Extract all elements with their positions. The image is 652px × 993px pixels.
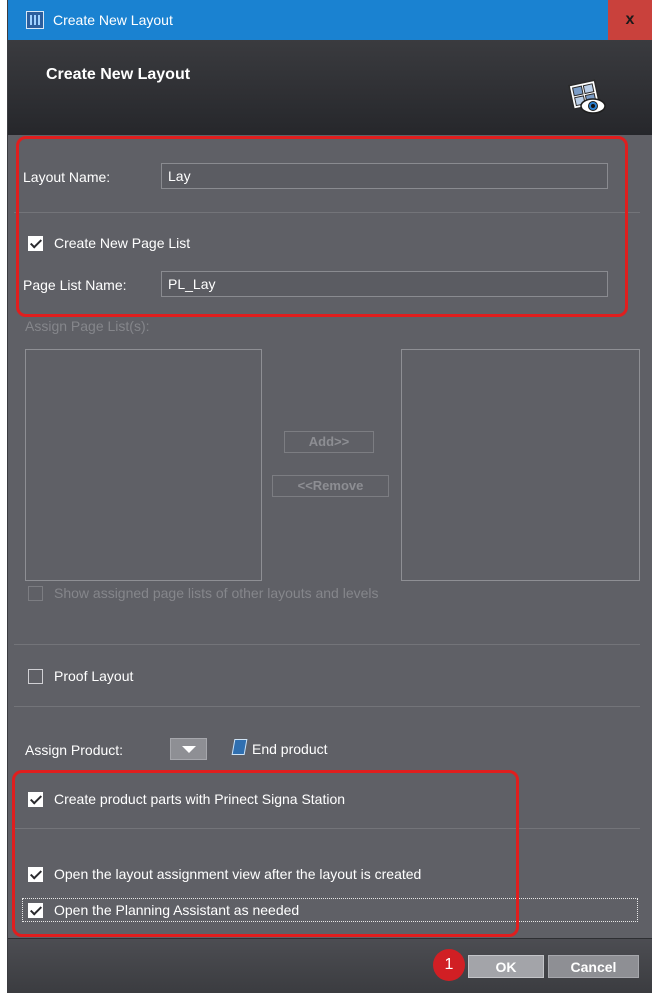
header-title: Create New Layout bbox=[46, 66, 191, 83]
highlight-box-top bbox=[16, 136, 628, 317]
assigned-page-lists-box[interactable] bbox=[401, 349, 640, 581]
add-button[interactable]: Add>> bbox=[284, 431, 374, 453]
proof-layout-label[interactable]: Proof Layout bbox=[54, 668, 133, 684]
close-button[interactable]: x bbox=[608, 0, 652, 40]
available-page-lists-box[interactable] bbox=[25, 349, 262, 581]
title-bar[interactable]: Create New Layout x bbox=[8, 0, 652, 40]
end-product-label: End product bbox=[252, 741, 328, 757]
dialog-header: Create New Layout bbox=[8, 40, 652, 135]
divider bbox=[14, 644, 640, 645]
layout-preview-eye-icon bbox=[568, 79, 606, 114]
remove-button[interactable]: <<Remove bbox=[272, 475, 389, 497]
cancel-button[interactable]: Cancel bbox=[548, 955, 639, 978]
product-dropdown-button[interactable] bbox=[170, 738, 207, 760]
show-assigned-label[interactable]: Show assigned page lists of other layout… bbox=[54, 585, 379, 601]
end-product-icon bbox=[231, 739, 248, 755]
ok-button[interactable]: OK bbox=[468, 955, 544, 978]
step-number-badge: 1 bbox=[433, 949, 465, 981]
create-new-layout-dialog: Create New Layout x Create New Layout La… bbox=[8, 0, 652, 993]
window-title: Create New Layout bbox=[53, 12, 173, 28]
divider bbox=[14, 706, 640, 707]
proof-layout-checkbox[interactable] bbox=[28, 669, 43, 684]
show-assigned-checkbox[interactable] bbox=[28, 586, 43, 601]
dialog-footer: 1 OK Cancel bbox=[8, 938, 652, 993]
layout-app-icon bbox=[26, 11, 44, 29]
assign-page-lists-label: Assign Page List(s): bbox=[25, 318, 150, 334]
assign-product-label: Assign Product: bbox=[25, 742, 124, 758]
highlight-box-bottom bbox=[12, 770, 519, 937]
